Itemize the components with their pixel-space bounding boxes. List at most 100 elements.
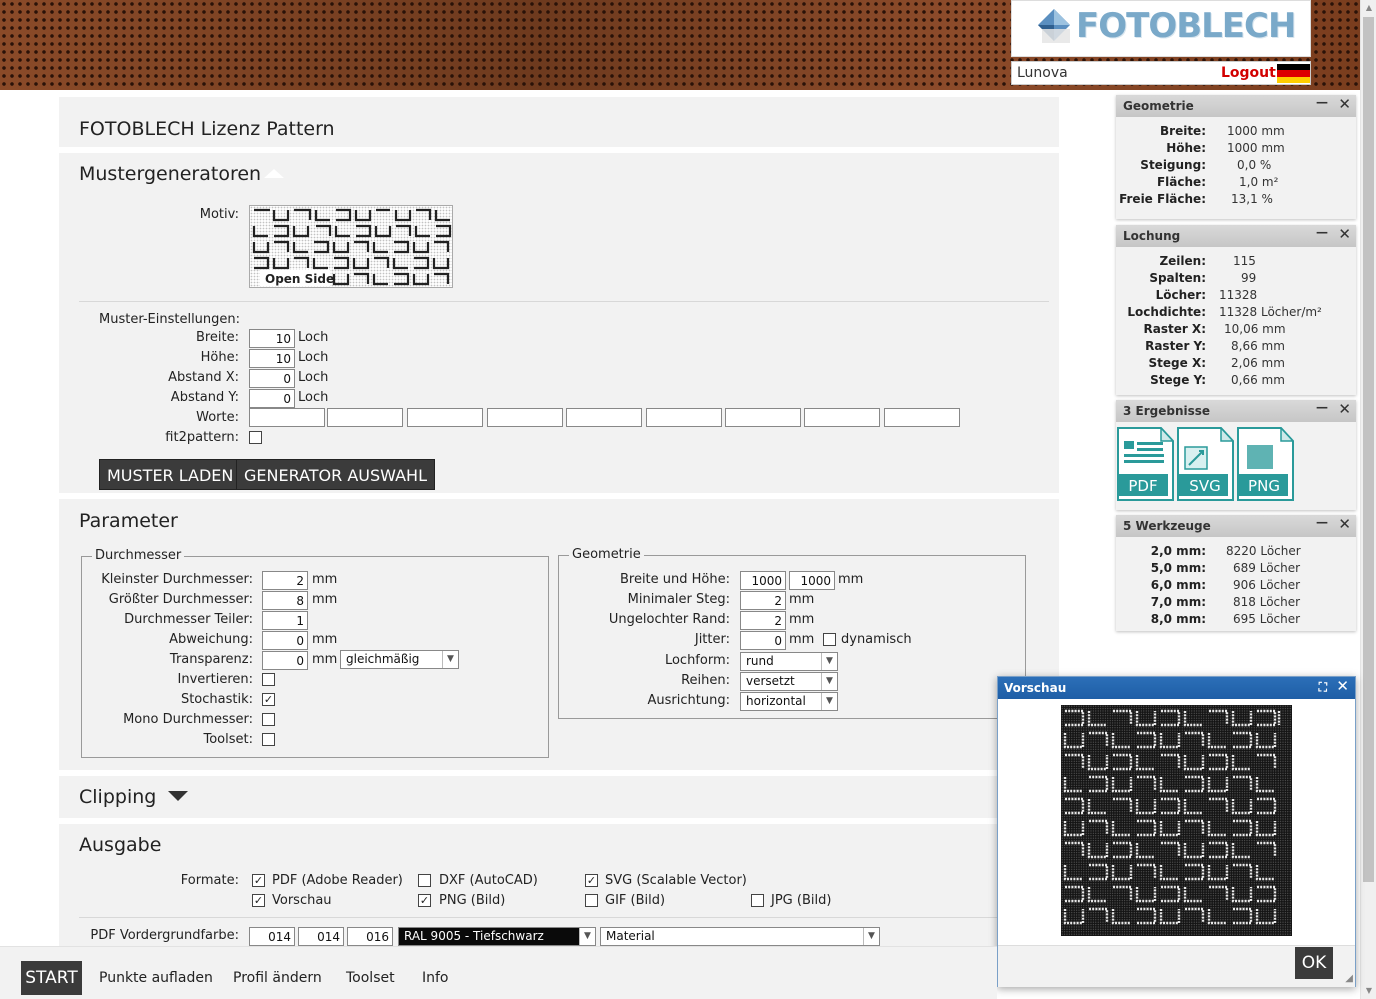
scrollbar-thumb[interactable] [1363,17,1374,882]
svg-file-icon[interactable]: SVG [1177,427,1234,501]
scroll-up-icon[interactable]: ▲ [1361,0,1376,16]
formate-label: Formate: [180,873,239,888]
geometrie-widget-header[interactable]: Geometrie — ✕ [1116,95,1356,117]
worte-input-1[interactable] [249,408,325,427]
expand-icon[interactable]: ⛶ [1319,680,1327,695]
logo-mark-icon [1038,9,1070,43]
close-icon[interactable]: ✕ [1338,97,1351,112]
vorschau-preview-image [1061,705,1292,936]
jpg-format-label: JPG (Bild) [771,893,832,908]
pdf-color-r-input[interactable] [249,927,295,946]
hoehe-input[interactable] [249,349,295,368]
png-checkbox[interactable]: ✓ [418,894,431,907]
abstand-y-input[interactable] [249,389,295,408]
abweichung-unit: mm [312,632,338,647]
ok-button[interactable]: OK [1295,947,1333,979]
rand-unit: mm [789,612,815,627]
durchmesser-legend: Durchmesser [92,548,185,563]
close-icon[interactable]: ✕ [1338,517,1351,532]
lochform-select[interactable]: rund ▼ [740,652,838,671]
worte-input-3[interactable] [407,408,483,427]
close-icon[interactable]: ✕ [1338,402,1351,417]
ergebnisse-widget-header[interactable]: 3 Ergebnisse — ✕ [1116,400,1356,422]
minimize-icon[interactable]: — [1316,225,1328,239]
teiler-input[interactable] [262,611,308,630]
kleinster-input[interactable] [262,571,308,590]
worte-input-7[interactable] [725,408,801,427]
loch-stege-x-key: Stege X: [1148,356,1206,370]
dynamisch-checkbox[interactable] [823,633,836,646]
vorschau-dialog-header[interactable]: Vorschau ⛶ ✕ [998,677,1355,699]
clipping-title: Clipping [79,786,157,808]
expand-down-icon[interactable] [166,789,190,803]
vorschau-checkbox[interactable]: ✓ [252,894,265,907]
pdf-file-icon[interactable]: PDF [1117,427,1174,501]
groesster-input[interactable] [262,591,308,610]
worte-input-4[interactable] [487,408,563,427]
worte-input-2[interactable] [327,408,403,427]
logout-link[interactable]: Logout [1221,65,1276,81]
hoehe-geo-input[interactable] [789,571,835,590]
worte-input-5[interactable] [566,408,642,427]
close-icon[interactable]: ✕ [1338,227,1351,242]
nav-punkte-aufladen[interactable]: Punkte aufladen [99,970,213,986]
page-title-panel: FOTOBLECH Lizenz Pattern [59,97,1059,147]
minimize-icon[interactable]: — [1316,400,1328,414]
german-flag-icon[interactable] [1277,64,1310,83]
steg-input[interactable] [740,591,786,610]
material-select[interactable]: Material ▼ [600,927,880,946]
fit2pattern-checkbox[interactable] [249,431,262,444]
ral-color-select[interactable]: RAL 9005 - Tiefschwarz ▼ [398,927,596,946]
nav-info[interactable]: Info [422,970,449,986]
invertieren-checkbox[interactable] [262,673,275,686]
breite-input[interactable] [249,329,295,348]
stochastik-checkbox[interactable]: ✓ [262,693,275,706]
png-file-icon[interactable]: PNG [1237,427,1294,501]
worte-input-9[interactable] [884,408,960,427]
nav-toolset[interactable]: Toolset [346,970,395,986]
motiv-thumbnail[interactable]: Open Side [249,205,453,288]
collapse-up-icon[interactable] [262,167,286,179]
jpg-checkbox[interactable] [751,894,764,907]
close-icon[interactable]: ✕ [1336,679,1349,694]
clipping-panel[interactable]: Clipping [59,776,997,818]
generator-auswahl-button[interactable]: GENERATOR AUSWAHL [236,459,435,490]
geo-hoehe-key: Höhe: [1166,141,1206,155]
pdf-color-b-input[interactable] [347,927,393,946]
werkzeug-5-key: 8,0 mm: [1150,612,1206,626]
jitter-input[interactable] [740,631,786,650]
lochung-widget-header[interactable]: Lochung — ✕ [1116,225,1356,247]
werkzeuge-widget-header[interactable]: 5 Werkzeuge — ✕ [1116,515,1356,537]
abstand-x-input[interactable] [249,369,295,388]
minimize-icon[interactable]: — [1316,95,1328,109]
pdf-checkbox[interactable]: ✓ [252,874,265,887]
muster-title: Mustergeneratoren [79,163,262,185]
breite-hoehe-label: Breite und Höhe: [619,572,730,587]
dxf-checkbox[interactable] [418,874,431,887]
ausrichtung-select[interactable]: horizontal ▼ [740,692,838,711]
muster-laden-button[interactable]: MUSTER LADEN [99,459,242,490]
werkzeug-2-key: 5,0 mm: [1150,561,1206,575]
pdf-color-g-input[interactable] [298,927,344,946]
scroll-down-icon[interactable]: ▼ [1361,983,1376,999]
nav-profil-aendern[interactable]: Profil ändern [233,970,322,986]
reihen-select[interactable]: versetzt ▼ [740,672,838,691]
page-scrollbar[interactable]: ▲ ▼ [1360,0,1376,999]
transparenz-select[interactable]: gleichmäßig ▼ [340,650,459,669]
fotoblech-logo[interactable]: FOTOBLECH [1011,0,1311,57]
nav-start-button[interactable]: START [21,961,82,995]
mono-checkbox[interactable] [262,713,275,726]
divider [79,301,1049,302]
abweichung-input[interactable] [262,631,308,650]
toolset-checkbox[interactable] [262,733,275,746]
transparenz-input[interactable] [262,651,308,670]
rand-input[interactable] [740,611,786,630]
worte-input-6[interactable] [646,408,722,427]
pdf-format-label: PDF (Adobe Reader) [272,873,403,888]
minimize-icon[interactable]: — [1316,515,1328,529]
resize-handle-icon[interactable]: ◢ [1345,973,1353,984]
gif-checkbox[interactable] [585,894,598,907]
worte-input-8[interactable] [804,408,880,427]
svg-checkbox[interactable]: ✓ [585,874,598,887]
breite-geo-input[interactable] [740,571,786,590]
